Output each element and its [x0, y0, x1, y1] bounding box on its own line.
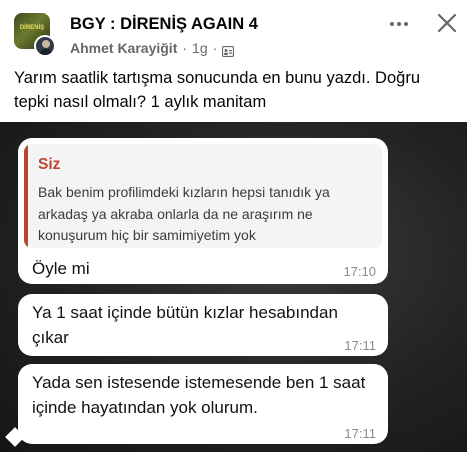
more-options-button[interactable]	[388, 16, 410, 32]
post-photo[interactable]: Siz Bak benim profilimdeki kızların heps…	[0, 122, 467, 452]
user-avatar-head	[42, 40, 50, 48]
chat-bubble: Ya 1 saat içinde bütün kızlar hesabından…	[18, 294, 388, 356]
quoted-message: Siz Bak benim profilimdeki kızların heps…	[24, 144, 382, 248]
chat-bubble-reply: Siz Bak benim profilimdeki kızların heps…	[18, 138, 388, 284]
post-meta: Ahmet Karayiğit · 1g ·	[70, 40, 235, 57]
close-icon	[437, 13, 457, 33]
post-time-link[interactable]: 1g	[192, 40, 208, 56]
group-name-link[interactable]: BGY : DİRENİŞ AGAIN 4	[70, 15, 258, 34]
avatar[interactable]: DİRENİŞ	[14, 13, 56, 57]
user-avatar-body	[39, 49, 53, 55]
message-text: Ya 1 saat içinde bütün kızlar hesabından…	[32, 303, 338, 347]
quote-accent-bar	[24, 144, 28, 248]
post-text: Yarım saatlik tartışma sonucunda en bunu…	[14, 69, 420, 111]
chat-bubble: Yada sen istesende istemesende ben 1 saa…	[18, 364, 388, 444]
quote-sender: Siz	[38, 156, 61, 173]
message-text: Öyle mi	[32, 259, 90, 278]
more-horizontal-icon	[390, 22, 394, 26]
more-horizontal-icon-dot	[404, 22, 408, 26]
group-privacy-icon[interactable]	[222, 44, 235, 57]
message-time: 17:11	[344, 426, 376, 441]
group-avatar-text: DİRENİŞ	[19, 25, 45, 31]
user-avatar[interactable]	[34, 35, 56, 57]
close-button[interactable]	[436, 12, 458, 34]
post-header: DİRENİŞ BGY : DİRENİŞ AGAIN 4 Ahmet Kara…	[0, 0, 467, 62]
meta-separator: ·	[182, 40, 188, 56]
more-horizontal-icon-dot	[397, 22, 401, 26]
quote-text: Bak benim profilimdeki kızların hepsi ta…	[38, 184, 330, 243]
author-name-link[interactable]: Ahmet Karayiğit	[70, 40, 177, 56]
message-time: 17:11	[344, 338, 376, 353]
meta-separator-2: ·	[212, 40, 218, 56]
message-time: 17:10	[343, 264, 376, 279]
message-text: Yada sen istesende istemesende ben 1 saa…	[32, 373, 366, 417]
